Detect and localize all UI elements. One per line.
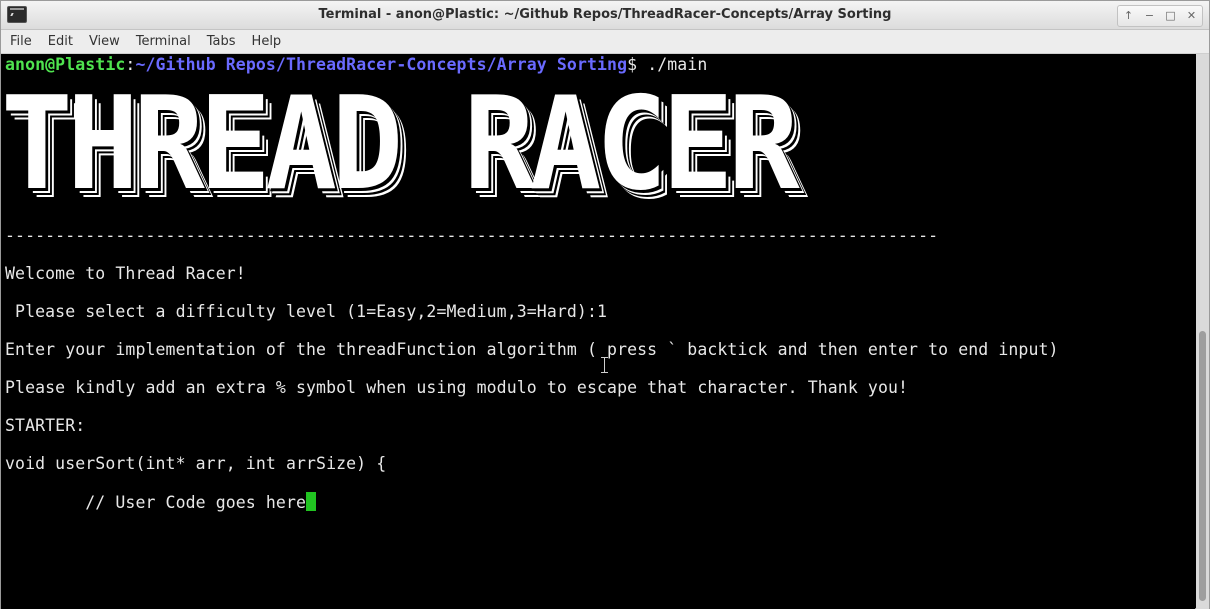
text-cursor xyxy=(306,492,317,511)
ascii-banner: THREAD RACER xyxy=(1,70,800,219)
window-controls: ↑ − □ ✕ xyxy=(1117,5,1203,27)
separator-line: ----------------------------------------… xyxy=(5,226,939,245)
terminal-window: Terminal - anon@Plastic: ~/Github Repos/… xyxy=(0,0,1210,609)
title-bar[interactable]: Terminal - anon@Plastic: ~/Github Repos/… xyxy=(1,1,1209,30)
menu-bar: File Edit View Terminal Tabs Help xyxy=(1,30,1209,54)
code-signature-line: void userSort(int* arr, int arrSize) { xyxy=(5,454,387,473)
modulo-note-line: Please kindly add an extra % symbol when… xyxy=(5,378,909,397)
code-comment-line: // User Code goes here xyxy=(5,492,317,513)
menu-help[interactable]: Help xyxy=(243,30,289,53)
menu-tabs[interactable]: Tabs xyxy=(198,30,243,53)
minimize-icon[interactable]: − xyxy=(1141,7,1159,25)
menu-terminal[interactable]: Terminal xyxy=(127,30,198,53)
scrollbar-thumb[interactable] xyxy=(1199,331,1206,601)
terminal-output[interactable]: anon@Plastic:~/Github Repos/ThreadRacer-… xyxy=(1,54,1195,609)
menu-edit[interactable]: Edit xyxy=(39,30,80,53)
window-title: Terminal - anon@Plastic: ~/Github Repos/… xyxy=(318,7,892,22)
maximize-icon[interactable]: □ xyxy=(1162,7,1180,25)
difficulty-line: Please select a difficulty level (1=Easy… xyxy=(5,302,608,321)
starter-label-line: STARTER: xyxy=(5,416,86,435)
code-comment-text: // User Code goes here xyxy=(5,493,307,512)
close-icon[interactable]: ✕ xyxy=(1183,7,1201,25)
menu-view[interactable]: View xyxy=(80,30,127,53)
vertical-scrollbar[interactable] xyxy=(1196,54,1209,609)
mouse-ibeam-cursor-icon xyxy=(600,357,609,373)
implementation-instruction-line: Enter your implementation of the threadF… xyxy=(5,340,1059,359)
menu-file[interactable]: File xyxy=(1,30,39,53)
welcome-line: Welcome to Thread Racer! xyxy=(5,264,246,283)
up-arrow-icon[interactable]: ↑ xyxy=(1120,7,1138,25)
